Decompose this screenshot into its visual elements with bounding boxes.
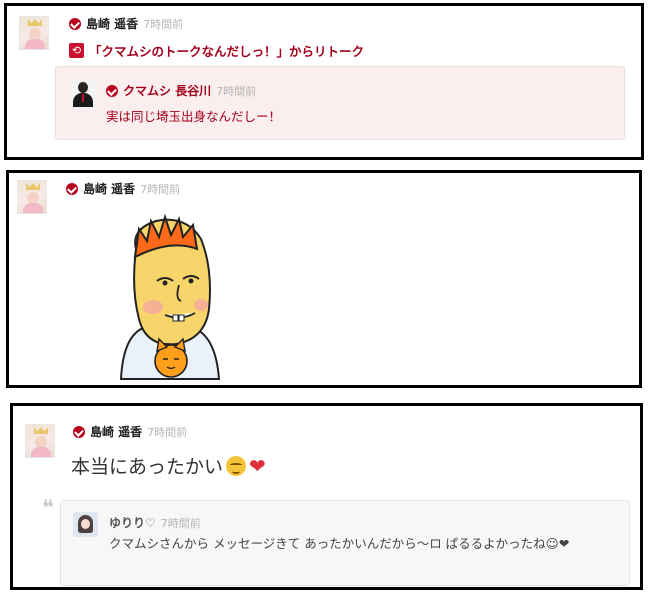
reply-header: ゆりり♡ 7時間前 (109, 514, 201, 531)
user-name[interactable]: 島崎 遥香 (86, 15, 138, 32)
retalk-source[interactable]: ⟲ 「クマムシのトークなんだしっ！」からリトーク (69, 41, 364, 60)
sticker-illustration[interactable] (101, 209, 237, 389)
reply-user-name[interactable]: ゆりり♡ (109, 514, 156, 531)
reply-user-avatar[interactable] (73, 512, 98, 537)
verified-badge-icon (106, 84, 118, 97)
quoted-timestamp: 7時間前 (216, 84, 257, 98)
user-name[interactable]: 島崎 遥香 (83, 180, 135, 197)
post-header: 島崎 遥香 7時間前 (73, 423, 187, 440)
timestamp: 7時間前 (147, 425, 188, 439)
user-avatar[interactable] (19, 16, 49, 50)
reply-text: クマムシさんから メッセージきて あったかいんだから〜ロ ぱるるよかったね☺❤ (109, 536, 570, 551)
verified-badge-icon (69, 17, 81, 30)
timestamp: 7時間前 (140, 182, 181, 196)
retalk-icon: ⟲ (69, 43, 84, 58)
quoted-user-name[interactable]: クマムシ 長谷川 (123, 82, 211, 99)
quoted-post-header: クマムシ 長谷川 7時間前 (106, 82, 256, 99)
user-avatar[interactable] (17, 180, 47, 214)
post-with-reply: 島崎 遥香 7時間前 本当にあったかい ❤ ❝ ゆりり♡ 7時間前 クマムシさん… (10, 403, 643, 590)
post-text-line: 本当にあったかい ❤ (71, 452, 266, 479)
retalk-source-label[interactable]: 「クマムシのトークなんだしっ！」からリトーク (89, 41, 364, 60)
red-heart-emoji-icon: ❤ (249, 453, 266, 478)
reply-timestamp: 7時間前 (160, 516, 201, 530)
quoted-post-text: 実は同じ埼玉出身なんだしー！ (106, 109, 282, 124)
post-text: 本当にあったかい (71, 456, 224, 478)
quoted-post[interactable]: クマムシ 長谷川 7時間前 実は同じ埼玉出身なんだしー！ (55, 66, 625, 140)
post-image: 島崎 遥香 7時間前 (6, 170, 642, 388)
post-header: 島崎 遥香 7時間前 (69, 15, 183, 32)
post-header: 島崎 遥香 7時間前 (66, 180, 180, 197)
relieved-face-emoji-icon (226, 455, 247, 476)
verified-badge-icon (73, 425, 85, 438)
verified-badge-icon (66, 182, 78, 195)
reply-card[interactable]: ゆりり♡ 7時間前 クマムシさんから メッセージきて あったかいんだから〜ロ ぱ… (60, 500, 630, 586)
user-name[interactable]: 島崎 遥香 (90, 423, 142, 440)
user-avatar[interactable] (25, 424, 55, 458)
quote-mark-icon: ❝ (42, 496, 54, 521)
post-retalk: 島崎 遥香 7時間前 ⟲ 「クマムシのトークなんだしっ！」からリトーク クマムシ… (4, 3, 644, 160)
timestamp: 7時間前 (143, 17, 184, 31)
quoted-user-avatar[interactable] (70, 79, 96, 107)
